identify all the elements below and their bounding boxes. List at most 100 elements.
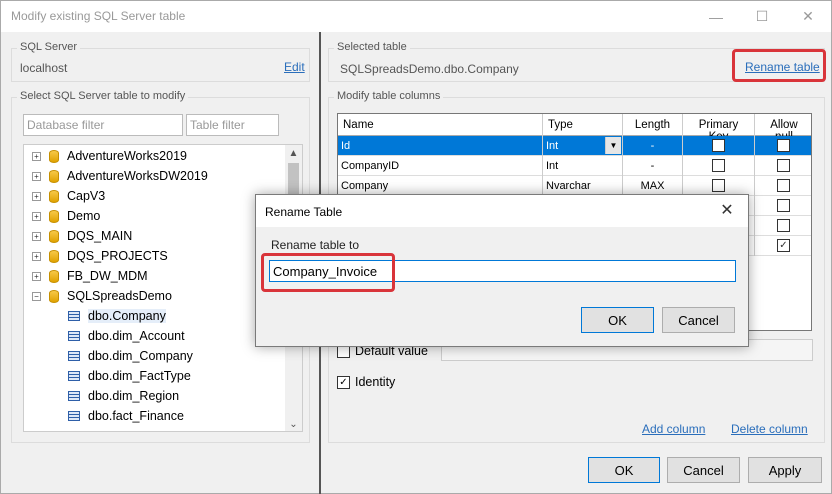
table-icon: [68, 331, 80, 341]
close-icon[interactable]: ✕: [785, 1, 831, 32]
type-dropdown-icon[interactable]: ▼: [605, 137, 621, 154]
primary-key-checkbox[interactable]: [712, 179, 725, 192]
database-filter-input[interactable]: Database filter: [23, 114, 183, 136]
database-icon: [49, 209, 59, 223]
tree-database-item[interactable]: + FB_DW_MDM: [32, 266, 148, 286]
header-primary-key[interactable]: Primary Key: [683, 114, 755, 143]
tree-database-item[interactable]: − SQLSpreadsDemo: [32, 286, 172, 306]
grid-header: Name Type Length Primary Key Allow null: [338, 114, 811, 143]
expand-icon[interactable]: +: [32, 251, 41, 261]
identity-label: Identity: [355, 375, 396, 389]
window-title: Modify existing SQL Server table: [11, 9, 186, 23]
database-icon: [49, 269, 59, 283]
column-row[interactable]: Company Nvarchar MAX: [338, 176, 811, 196]
maximize-icon[interactable]: ☐: [739, 1, 785, 32]
database-icon: [49, 289, 59, 303]
header-name[interactable]: Name: [338, 114, 543, 136]
column-row[interactable]: CompanyID Int -: [338, 156, 811, 176]
selected-table-group-label: Selected table: [334, 41, 410, 53]
tree-table-item[interactable]: dbo.dim_FactType: [68, 366, 191, 386]
tree-item-label: SQLSpreadsDemo: [67, 289, 172, 303]
tree-item-label: AdventureWorksDW2019: [67, 169, 208, 183]
tree-database-item[interactable]: + Demo: [32, 206, 100, 226]
header-length[interactable]: Length: [623, 114, 683, 136]
allow-null-checkbox[interactable]: ✓: [777, 239, 790, 252]
allow-null-checkbox[interactable]: [777, 179, 790, 192]
delete-column-link[interactable]: Delete column: [731, 422, 808, 436]
dialog-cancel-button[interactable]: Cancel: [662, 307, 735, 333]
cell-type[interactable]: Int: [543, 156, 623, 176]
tree-database-item[interactable]: + DQS_MAIN: [32, 226, 132, 246]
tree-item-label: DQS_PROJECTS: [67, 249, 168, 263]
header-allow-null[interactable]: Allow null: [755, 114, 811, 143]
tree-item-label: Demo: [67, 209, 101, 223]
database-icon: [49, 249, 59, 263]
table-icon: [68, 411, 80, 421]
identity-checkbox[interactable]: ✓: [337, 375, 350, 389]
expand-icon[interactable]: +: [32, 231, 41, 241]
cell-type[interactable]: Nvarchar: [543, 176, 623, 196]
expand-icon[interactable]: +: [32, 151, 41, 161]
server-name: localhost: [20, 61, 68, 75]
rename-input-highlight: [261, 253, 395, 292]
table-filter-input[interactable]: Table filter: [186, 114, 279, 136]
add-column-link[interactable]: Add column: [642, 422, 705, 436]
tree-table-item[interactable]: dbo.Company: [68, 306, 166, 326]
collapse-icon[interactable]: −: [32, 291, 41, 301]
cancel-button[interactable]: Cancel: [667, 457, 740, 483]
column-row[interactable]: Id Int - ▼: [338, 136, 811, 156]
database-icon: [49, 169, 59, 183]
dialog-title-bar: Rename Table ✕: [256, 195, 748, 227]
allow-null-checkbox[interactable]: [777, 219, 790, 232]
dialog-close-icon[interactable]: ✕: [712, 199, 742, 223]
tree-item-label: FB_DW_MDM: [67, 269, 148, 283]
edit-server-link[interactable]: Edit: [284, 60, 305, 74]
table-icon: [68, 351, 80, 361]
tree-table-item[interactable]: dbo.fact_Finance: [68, 406, 184, 426]
tree-database-item[interactable]: + CapV3: [32, 186, 105, 206]
scroll-up-icon[interactable]: ▲: [285, 145, 302, 162]
database-icon: [49, 229, 59, 243]
sql-server-group-label: SQL Server: [17, 41, 81, 53]
tree-item-label: dbo.fact_Finance: [88, 409, 184, 423]
title-bar: Modify existing SQL Server table — ☐ ✕: [1, 1, 831, 32]
scroll-down-icon[interactable]: ⌄: [285, 416, 302, 431]
tree-item-label: dbo.dim_Region: [88, 389, 180, 403]
allow-null-checkbox[interactable]: [777, 199, 790, 212]
ok-button[interactable]: OK: [588, 457, 660, 483]
tree-table-item[interactable]: dbo.dim_Region: [68, 386, 179, 406]
allow-null-checkbox[interactable]: [777, 139, 790, 152]
primary-key-checkbox[interactable]: [712, 139, 725, 152]
cell-name[interactable]: Company: [338, 176, 543, 196]
minimize-icon[interactable]: —: [693, 1, 739, 32]
cell-length[interactable]: -: [623, 156, 683, 176]
table-picker-group-label: Select SQL Server table to modify: [17, 90, 189, 102]
columns-group-label: Modify table columns: [334, 90, 444, 102]
rename-link-highlight: [732, 49, 826, 82]
dialog-ok-button[interactable]: OK: [581, 307, 654, 333]
expand-icon[interactable]: +: [32, 271, 41, 281]
tree-table-item[interactable]: dbo.dim_Company: [68, 346, 193, 366]
rename-prompt-label: Rename table to: [271, 238, 360, 252]
apply-button[interactable]: Apply: [748, 457, 822, 483]
tree-database-item[interactable]: + DQS_PROJECTS: [32, 246, 168, 266]
selected-table-name: SQLSpreadsDemo.dbo.Company: [340, 62, 519, 76]
cell-length[interactable]: -: [623, 136, 683, 156]
header-type[interactable]: Type: [543, 114, 623, 136]
tree-database-item[interactable]: + AdventureWorks2019: [32, 146, 187, 166]
cell-name[interactable]: Id: [338, 136, 543, 156]
expand-icon[interactable]: +: [32, 171, 41, 181]
identity-option[interactable]: ✓ Identity: [337, 375, 395, 389]
cell-name[interactable]: CompanyID: [338, 156, 543, 176]
dialog-title: Rename Table: [265, 205, 343, 219]
tree-item-label: CapV3: [67, 189, 106, 203]
expand-icon[interactable]: +: [32, 191, 41, 201]
primary-key-checkbox[interactable]: [712, 159, 725, 172]
tree-item-label: dbo.dim_Company: [88, 349, 193, 363]
expand-icon[interactable]: +: [32, 211, 41, 221]
tree-table-item[interactable]: dbo.dim_Account: [68, 326, 185, 346]
database-icon: [49, 149, 59, 163]
allow-null-checkbox[interactable]: [777, 159, 790, 172]
cell-length[interactable]: MAX: [623, 176, 683, 196]
tree-database-item[interactable]: + AdventureWorksDW2019: [32, 166, 208, 186]
